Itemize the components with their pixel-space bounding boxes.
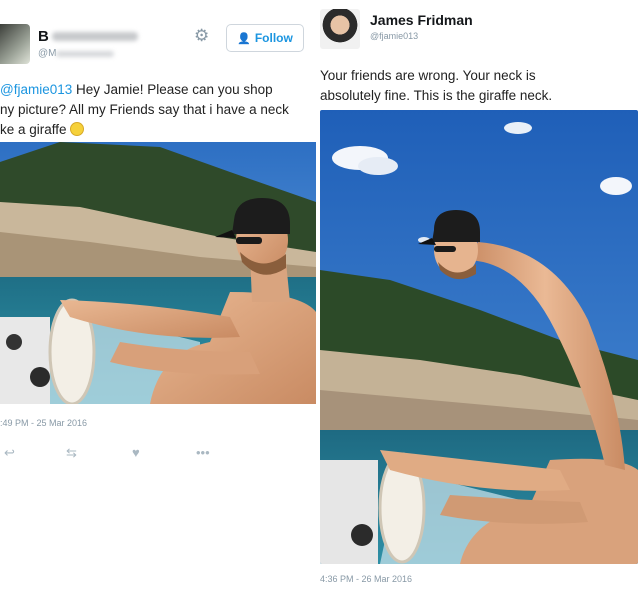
- avatar[interactable]: [320, 9, 360, 49]
- user-name[interactable]: James Fridman: [370, 12, 473, 28]
- tweet-timestamp[interactable]: 4:36 PM - 26 Mar 2016: [320, 574, 412, 584]
- blurred-handle-redaction: [56, 51, 114, 57]
- right-tweet: James Fridman @fjamie013 Your friends ar…: [318, 0, 640, 594]
- more-icon[interactable]: •••: [196, 445, 210, 460]
- avatar[interactable]: [0, 24, 30, 64]
- gear-icon[interactable]: ⚙: [194, 26, 209, 46]
- tweet-text: Your friends are wrong. Your neck is abs…: [320, 66, 636, 106]
- tweet-text-line2: ny picture? All my Friends say that i ha…: [0, 102, 289, 117]
- retweet-icon[interactable]: ⇆: [66, 445, 77, 461]
- tweet-photo[interactable]: [320, 110, 638, 564]
- like-icon[interactable]: ♥: [132, 445, 140, 460]
- relieved-face-emoji-icon: [70, 122, 85, 136]
- follow-label: Follow: [254, 31, 293, 45]
- mention-link[interactable]: @fjamie013: [0, 82, 72, 97]
- tweet-text-line1: Your friends are wrong. Your neck is: [320, 68, 536, 83]
- tweet-text-line2: absolutely fine. This is the giraffe nec…: [320, 88, 553, 103]
- blurred-name-redaction: [52, 32, 138, 41]
- tweet-text-line3: ke a giraffe: [0, 122, 67, 137]
- user-handle: @M: [38, 48, 57, 59]
- user-name[interactable]: B: [38, 28, 49, 45]
- add-user-icon: 👤: [237, 32, 251, 45]
- tweet-text: @fjamie013 Hey Jamie! Please can you sho…: [0, 80, 318, 140]
- tweet-timestamp[interactable]: :49 PM - 25 Mar 2016: [0, 418, 87, 428]
- left-tweet: B @M ⚙ 👤 Follow @fjamie013 Hey Jamie! Pl…: [0, 0, 318, 594]
- user-handle: @fjamie013: [370, 31, 419, 41]
- tweet-text-line1: Hey Jamie! Please can you shop: [72, 82, 273, 97]
- follow-button[interactable]: 👤 Follow: [226, 24, 304, 52]
- tweet-photo[interactable]: [0, 142, 316, 404]
- reply-icon[interactable]: ↩: [4, 445, 15, 461]
